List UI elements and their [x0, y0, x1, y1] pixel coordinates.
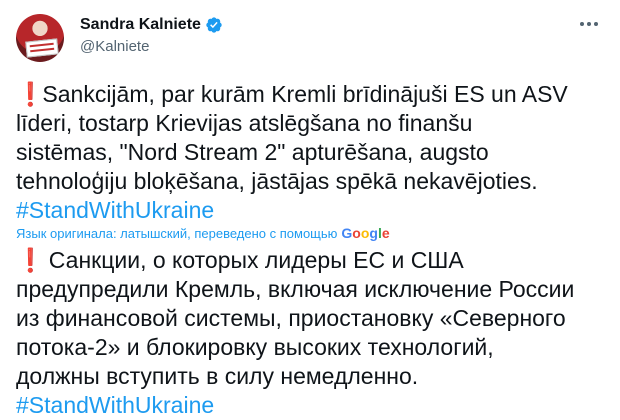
user-info: Sandra Kalniete @Kalniete — [80, 14, 223, 55]
exclamation-icon: ❗ — [16, 81, 45, 107]
original-line-1: ❗ Sankcijām, par kurām Kremli brīdinājuš… — [16, 81, 568, 107]
original-line-3: sistēmas, "Nord Stream 2" apturēšana, au… — [16, 139, 489, 165]
translation-note: Язык оригинала: латышский, переведено с … — [16, 225, 338, 241]
user-handle[interactable]: @Kalniete — [80, 38, 223, 55]
original-line-4: tehnoloģiju bloķēšana, jāstājas spēkā ne… — [16, 168, 538, 194]
tweet-original-text: ❗ Sankcijām, par kurām Kremli brīdinājuš… — [16, 80, 606, 225]
google-logo: Google — [341, 225, 390, 241]
avatar-protest-sign — [25, 38, 59, 58]
original-line-2: līderi, tostarp Krievijas atslēgšana no … — [16, 110, 473, 136]
exclamation-icon: ❗ — [16, 247, 45, 273]
translated-line-3: из финансовой системы, приостановку «Сев… — [16, 305, 566, 331]
translated-hashtag-link[interactable]: #StandWithUkraine — [16, 391, 606, 420]
translated-line-4: потока-2» и блокировку высоких технологи… — [16, 334, 494, 360]
translated-line-2: предупредили Кремль, включая исключение … — [16, 276, 575, 302]
avatar[interactable] — [16, 14, 64, 62]
translation-attribution[interactable]: Язык оригинала: латышский, переведено с … — [16, 224, 390, 242]
display-name[interactable]: Sandra Kalniete — [80, 16, 201, 34]
translated-line-1: ❗ Санкции, о которых лидеры ЕС и США — [16, 247, 464, 273]
tweet-translated-text: ❗ Санкции, о которых лидеры ЕС и США пре… — [16, 246, 606, 420]
translated-line-5: должны вступить в силу немедленно. — [16, 363, 419, 389]
more-options-icon[interactable] — [574, 12, 604, 36]
original-hashtag-link[interactable]: #StandWithUkraine — [16, 196, 606, 225]
verified-badge-icon — [206, 17, 222, 33]
